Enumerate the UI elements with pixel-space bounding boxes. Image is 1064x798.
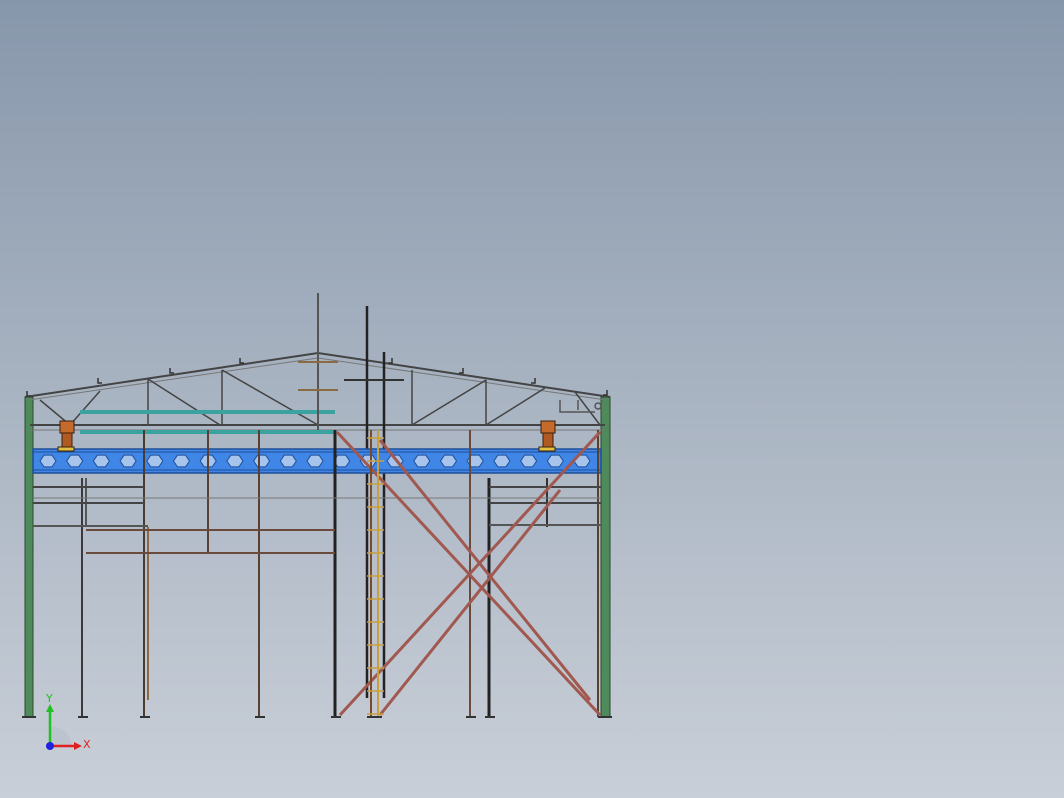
- beam-hex-hole: [119, 454, 137, 468]
- beam-hex-hole: [66, 454, 84, 468]
- coordinate-triad: X Y: [45, 692, 91, 751]
- teal-pipe-upper[interactable]: [80, 410, 335, 414]
- beam-hex-hole: [413, 454, 431, 468]
- right-corner-detail: [559, 400, 602, 413]
- hoist-left[interactable]: [57, 420, 75, 452]
- z-axis-dot: [46, 742, 54, 750]
- center-mast[interactable]: [298, 293, 338, 430]
- beam-hex-hole: [439, 454, 458, 468]
- y-axis-label: Y: [45, 692, 53, 705]
- beam-hex-hole: [172, 454, 191, 468]
- beam-hex-hole: [146, 454, 164, 468]
- x-axis-label: X: [83, 738, 91, 751]
- hoist-right[interactable]: [538, 420, 556, 452]
- beam-hex-hole: [279, 454, 297, 468]
- beam-hex-hole: [306, 454, 324, 468]
- beam-hex-hole: [493, 454, 511, 468]
- cross-bracing[interactable]: [335, 430, 602, 717]
- left-column[interactable]: [24, 396, 34, 718]
- beam-hex-hole: [546, 454, 564, 468]
- beam-hex-hole: [92, 454, 111, 468]
- right-column[interactable]: [600, 396, 611, 718]
- beam-hex-hole: [519, 454, 538, 468]
- steel-structure-model[interactable]: [0, 0, 1064, 798]
- beam-hex-hole: [39, 454, 57, 468]
- graphics-viewport[interactable]: X Y: [0, 0, 1064, 798]
- beam-hex-hole: [252, 454, 271, 468]
- beam-hex-hole: [226, 454, 244, 468]
- crane-beam[interactable]: [32, 448, 602, 474]
